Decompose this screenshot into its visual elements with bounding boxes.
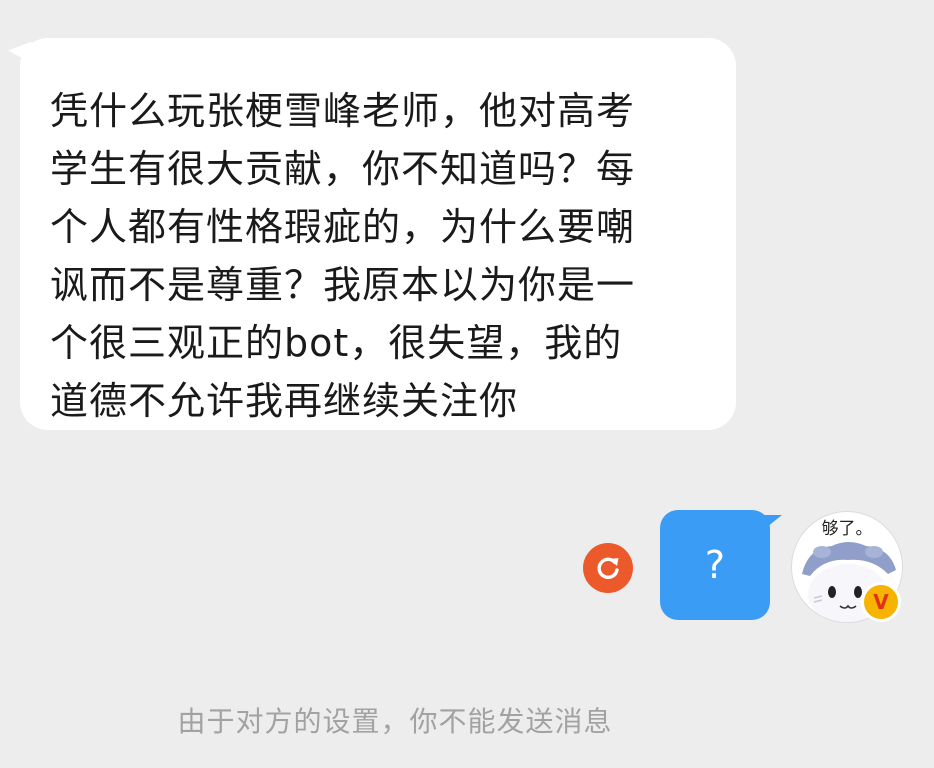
message-line: 讽而不是尊重？我原本以为你是一	[50, 263, 636, 307]
retry-icon	[597, 557, 619, 580]
chat-area: 凭什么玩张梗雪峰老师，他对高考 学生有很大贡献，你不知道吗？每 个人都有性格瑕疵…	[0, 0, 934, 768]
incoming-message-bubble[interactable]: 凭什么玩张梗雪峰老师，他对高考 学生有很大贡献，你不知道吗？每 个人都有性格瑕疵…	[20, 38, 736, 430]
message-line: 个人都有性格瑕疵的，为什么要嘲	[50, 205, 636, 249]
outgoing-message-bubble[interactable]: ?	[660, 510, 770, 620]
message-line: 道德不允许我再继续关注你	[50, 379, 519, 423]
resend-button[interactable]	[583, 543, 633, 593]
verified-badge-letter: V	[873, 590, 889, 614]
message-line: 凭什么玩张梗雪峰老师，他对高考	[50, 89, 636, 133]
message-line: 学生有很大贡献，你不知道吗？每	[50, 147, 636, 191]
message-line: 个很三观正的bot，很失望，我的	[50, 321, 623, 365]
system-notice: 由于对方的设置，你不能发送消息	[177, 705, 613, 738]
incoming-message-text: 凭什么玩张梗雪峰老师，他对高考 学生有很大贡献，你不知道吗？每 个人都有性格瑕疵…	[50, 82, 710, 430]
verified-badge: V	[861, 582, 901, 622]
outgoing-message-text: ?	[704, 543, 726, 587]
